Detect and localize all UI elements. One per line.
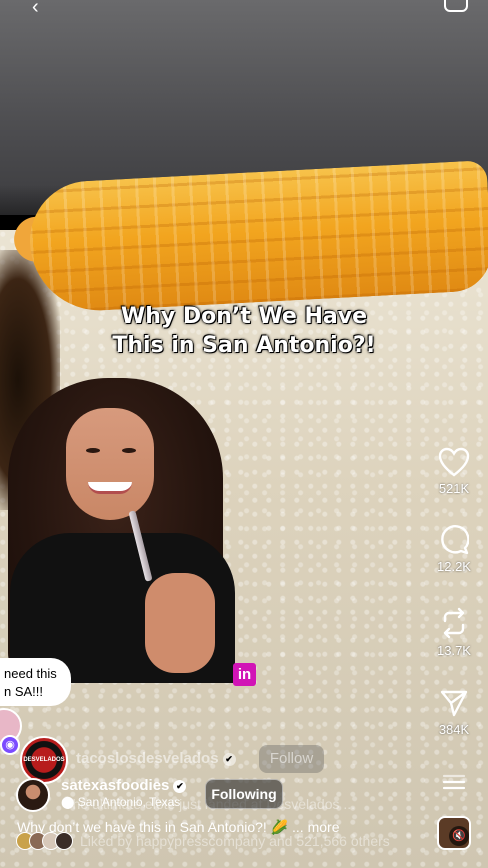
author-location[interactable]: ⬤ San Antonio, Texas [61, 795, 180, 809]
liked-by-text[interactable]: Liked by happypresscompany and 521,566 o… [80, 833, 390, 849]
creator-eye-right [122, 448, 136, 453]
video-overlay-title: Why Don’t We Have This in San Antonio?! [0, 302, 488, 360]
repost-count: 13.7K [437, 643, 471, 658]
verified-icon: ✔ [173, 780, 187, 793]
author-username-text[interactable]: satexasfoodies [61, 777, 169, 794]
creator-cutout-image [0, 378, 240, 683]
share-count: 384K [438, 722, 470, 737]
creator-eye-left [86, 448, 100, 453]
repost-action[interactable]: 13.7K [430, 607, 478, 658]
reel-viewer[interactable]: ‹ Why Don’t We Have This in San Antonio?… [0, 0, 488, 868]
author-username[interactable]: satexasfoodies ✔ [61, 777, 187, 794]
comment-bubble-line-1: need this [4, 666, 57, 681]
repost-icon[interactable] [439, 607, 469, 639]
overlay-title-line-2: This in San Antonio?! [112, 333, 376, 358]
mute-icon[interactable]: 🔇 [449, 826, 469, 846]
liked-by-avatars[interactable] [16, 832, 78, 850]
share-action[interactable]: 384K [430, 688, 478, 737]
share-icon[interactable] [439, 688, 469, 718]
corn-cob-image [26, 160, 488, 314]
comment-bubble[interactable]: need this n SA!!! [0, 658, 71, 706]
camera-icon[interactable] [444, 0, 468, 12]
liked-avatar-4 [55, 832, 73, 850]
comment-icon[interactable] [439, 525, 469, 555]
follow-button[interactable]: Follow [259, 745, 324, 773]
comment-count: 12.2K [437, 559, 471, 574]
like-action[interactable]: 521K [430, 447, 478, 496]
collaborator-username-text[interactable]: tacoslosdesvelados [76, 750, 219, 767]
heart-icon[interactable] [438, 447, 470, 477]
menu-icon[interactable] [442, 773, 466, 791]
creator-face [66, 408, 154, 520]
overlay-title-line-1: Why Don’t We Have [120, 304, 368, 329]
back-arrow-icon[interactable]: ‹ [32, 0, 39, 19]
location-pin-icon: ⬤ [61, 795, 75, 809]
verified-icon: ✔ [222, 753, 236, 766]
creator-smile [88, 482, 132, 494]
like-count: 521K [438, 481, 470, 496]
content-badge: in [233, 663, 256, 686]
author-avatar[interactable] [16, 778, 50, 812]
comment-action[interactable]: 12.2K [430, 525, 478, 574]
following-button[interactable]: Following [205, 779, 283, 809]
author-location-text[interactable]: San Antonio, Texas [78, 795, 181, 809]
comment-bubble-line-2: n SA!!! [4, 684, 44, 699]
sticker-avatar[interactable]: ◉ [0, 735, 20, 755]
creator-arm [145, 573, 215, 673]
collaborator-username[interactable]: tacoslosdesvelados ✔ [76, 750, 236, 767]
